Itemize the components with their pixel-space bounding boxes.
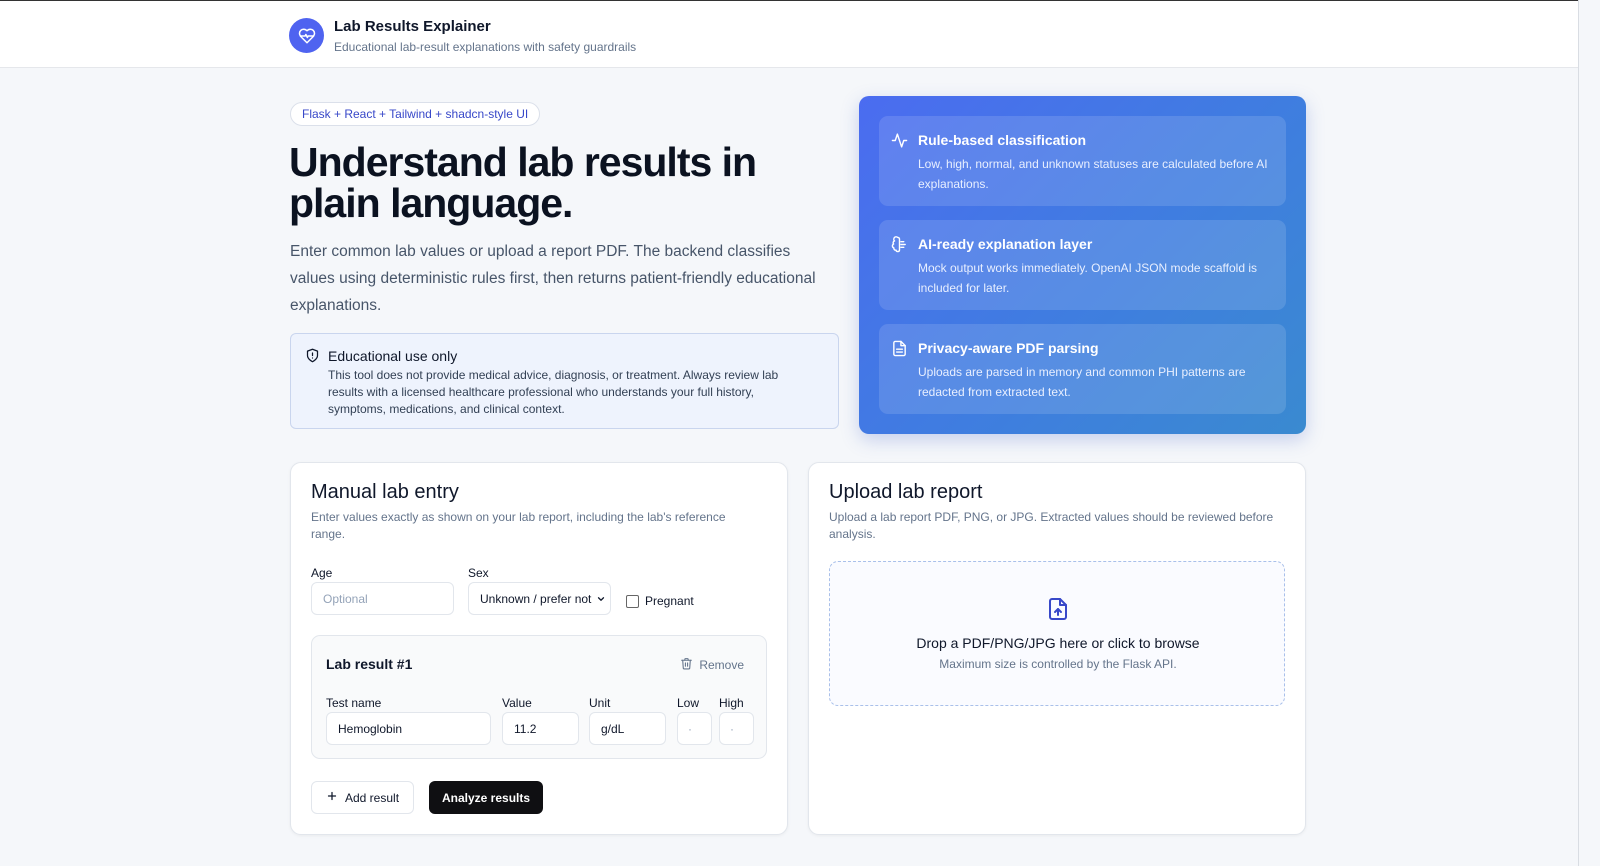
file-dropzone[interactable]: Drop a PDF/PNG/JPG here or click to brow… <box>829 561 1285 706</box>
add-result-label: Add result <box>345 790 400 805</box>
upload-subtitle: Upload a lab report PDF, PNG, or JPG. Ex… <box>829 510 1274 541</box>
feature-text: Low, high, normal, and unknown statuses … <box>918 157 1268 191</box>
app-header: Lab Results Explainer Educational lab-re… <box>0 0 1578 68</box>
feature-text: Uploads are parsed in memory and common … <box>918 365 1246 399</box>
high-input[interactable]: · <box>719 712 754 745</box>
manual-entry-subtitle: Enter values exactly as shown on your la… <box>311 510 726 541</box>
value-input[interactable]: 11.2 <box>502 712 579 745</box>
age-placeholder: Optional <box>323 591 368 606</box>
upload-title: Upload lab report <box>829 481 983 503</box>
high-label: High <box>719 696 744 710</box>
disclaimer-alert: Educational use only This tool does not … <box>290 333 839 429</box>
features-panel: Rule-based classification Low, high, nor… <box>859 96 1306 434</box>
plus-icon <box>326 790 338 805</box>
feature-title: Privacy-aware PDF parsing <box>918 340 1099 356</box>
activity-icon <box>891 132 908 154</box>
feature-card: Privacy-aware PDF parsing Uploads are pa… <box>879 324 1286 414</box>
age-input[interactable]: Optional <box>311 582 454 615</box>
sex-selected-value: Unknown / prefer not <box>480 591 592 606</box>
unit-input[interactable]: g/dL <box>589 712 666 745</box>
brain-icon <box>891 236 908 258</box>
hero-description: Enter common lab values or upload a repo… <box>290 243 816 314</box>
app-title: Lab Results Explainer <box>334 18 491 35</box>
file-upload-icon <box>1046 596 1070 627</box>
lab-result-title: Lab result #1 <box>326 656 413 672</box>
manual-entry-card: Manual lab entry Enter values exactly as… <box>290 462 788 835</box>
chevron-down-icon <box>596 593 606 607</box>
pregnant-checkbox[interactable] <box>626 595 639 608</box>
heart-pulse-icon <box>289 18 324 53</box>
feature-card: AI-ready explanation layer Mock output w… <box>879 220 1286 310</box>
feature-title: AI-ready explanation layer <box>918 236 1093 252</box>
disclaimer-text: This tool does not provide medical advic… <box>328 368 779 416</box>
age-label: Age <box>311 566 333 580</box>
trash-icon <box>680 657 693 673</box>
feature-title: Rule-based classification <box>918 132 1087 148</box>
low-label: Low <box>677 696 700 710</box>
disclaimer-title: Educational use only <box>328 348 458 364</box>
lab-result-row: Lab result #1 Remove Test name Hemoglobi… <box>311 635 767 759</box>
feature-text: Mock output works immediately. OpenAI JS… <box>918 261 1258 295</box>
analyze-results-button[interactable]: Analyze results <box>429 781 544 814</box>
test-name-input[interactable]: Hemoglobin <box>326 712 491 745</box>
dropzone-title: Drop a PDF/PNG/JPG here or click to brow… <box>916 635 1200 651</box>
add-result-button[interactable]: Add result <box>311 781 415 814</box>
sex-select[interactable]: Unknown / prefer not <box>468 582 611 615</box>
tech-stack-pill: Flask + React + Tailwind + shadcn-style … <box>290 102 541 126</box>
dropzone-subtitle: Maximum size is controlled by the Flask … <box>939 657 1177 671</box>
remove-result-button[interactable]: Remove <box>680 657 744 673</box>
feature-card: Rule-based classification Low, high, nor… <box>879 116 1286 206</box>
test-name-label: Test name <box>326 696 382 710</box>
sex-label: Sex <box>468 566 489 580</box>
file-text-icon <box>891 340 908 362</box>
hero-title: Understand lab results in plain language… <box>289 139 757 226</box>
upload-card: Upload lab report Upload a lab report PD… <box>808 462 1306 835</box>
scrollbar-track[interactable] <box>1578 0 1600 866</box>
pregnant-label: Pregnant <box>645 594 694 608</box>
shield-alert-icon <box>305 348 320 368</box>
unit-label: Unit <box>589 696 611 710</box>
app-subtitle: Educational lab-result explanations with… <box>334 40 637 54</box>
app-frame <box>0 0 1600 866</box>
low-input[interactable]: · <box>677 712 712 745</box>
manual-entry-title: Manual lab entry <box>311 481 459 503</box>
remove-label: Remove <box>699 658 744 672</box>
value-label: Value <box>502 696 532 710</box>
